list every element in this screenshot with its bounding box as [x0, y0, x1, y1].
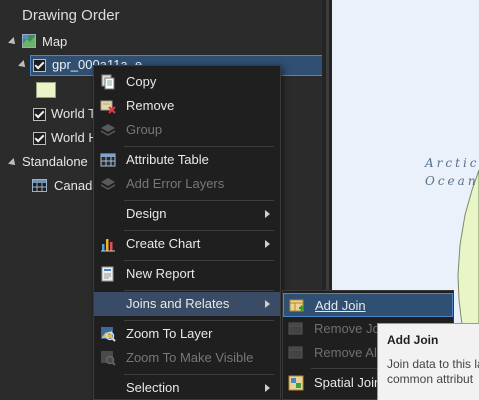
submenu-arrow-icon — [265, 240, 270, 248]
layer-visibility-checkbox[interactable] — [33, 59, 46, 72]
menu-separator — [124, 230, 274, 231]
world2-label[interactable]: World H — [51, 128, 98, 148]
map-icon — [22, 34, 36, 48]
menu-item-add-error-layers: Add Error Layers — [94, 172, 280, 196]
menu-item-remove[interactable]: Remove — [94, 94, 280, 118]
menu-item-label: Copy — [126, 74, 157, 89]
menu-item-label: Remove — [126, 98, 175, 113]
menu-item-label: Joins and Relates — [126, 296, 230, 311]
menu-item-label: Create Chart — [126, 236, 201, 251]
zoom-layer-icon — [101, 327, 116, 342]
copy-icon — [101, 74, 115, 90]
menu-item-selection[interactable]: Selection — [94, 376, 280, 400]
remove-all-icon — [288, 346, 303, 359]
menu-separator — [124, 320, 274, 321]
standalone-label[interactable]: Standalone — [22, 152, 88, 172]
pane-title: Drawing Order — [22, 7, 120, 24]
menu-item-group: Group — [94, 118, 280, 142]
report-icon — [101, 266, 114, 282]
submenu-arrow-icon — [265, 300, 270, 308]
menu-item-zoom-to-layer[interactable]: Zoom To Layer — [94, 322, 280, 346]
table-icon — [100, 153, 116, 167]
menu-item-copy[interactable]: Copy — [94, 70, 280, 94]
menu-item-design[interactable]: Design — [94, 202, 280, 226]
submenu-item-label: Add Join — [315, 298, 366, 313]
submenu-item-label: Spatial Join — [314, 375, 382, 390]
menu-item-label: Design — [126, 206, 167, 221]
menu-item-label: Group — [126, 122, 163, 137]
tooltip-text-line-2: common attribut — [387, 372, 474, 386]
ocean-label-2: Ocean — [425, 174, 479, 188]
layer-context-menu: Copy Remove Group Attribute Table Add Er… — [93, 65, 281, 400]
tooltip-text-line-1: Join data to this la — [387, 357, 479, 371]
menu-item-create-chart[interactable]: Create Chart — [94, 232, 280, 256]
menu-separator — [124, 260, 274, 261]
menu-item-new-report[interactable]: New Report — [94, 262, 280, 286]
menu-item-label: Zoom To Layer — [126, 326, 213, 341]
submenu-item-label: Remove All — [314, 345, 380, 360]
menu-separator — [124, 146, 274, 147]
remove-icon — [100, 100, 116, 114]
add-join-icon — [289, 299, 304, 312]
zoom-visible-icon — [101, 351, 116, 366]
spatial-join-icon — [288, 375, 304, 391]
table-icon — [32, 179, 47, 192]
submenu-item-add-join[interactable]: Add Join — [283, 293, 453, 317]
menu-item-zoom-to-make-visible: Zoom To Make Visible — [94, 346, 280, 370]
submenu-arrow-icon — [265, 210, 270, 218]
menu-item-joins-and-relates[interactable]: Joins and Relates — [94, 292, 280, 316]
menu-item-label: New Report — [126, 266, 195, 281]
menu-separator — [124, 374, 274, 375]
menu-item-label: Attribute Table — [126, 152, 209, 167]
error-layers-icon — [100, 178, 116, 190]
world1-checkbox[interactable] — [33, 108, 46, 121]
menu-separator — [124, 290, 274, 291]
tooltip-title: Add Join — [387, 333, 439, 347]
world2-checkbox[interactable] — [33, 132, 46, 145]
collapse-layer-icon[interactable] — [18, 60, 28, 70]
chart-icon — [101, 239, 115, 252]
menu-separator — [124, 200, 274, 201]
menu-item-label: Zoom To Make Visible — [126, 350, 254, 365]
menu-item-attribute-table[interactable]: Attribute Table — [94, 148, 280, 172]
menu-item-label: Selection — [126, 380, 180, 395]
group-icon — [100, 124, 116, 136]
ocean-label-1: Arctic — [425, 156, 479, 170]
submenu-arrow-icon — [265, 384, 270, 392]
collapse-standalone-icon[interactable] — [8, 158, 18, 168]
world1-label[interactable]: World T — [51, 104, 96, 124]
map-label[interactable]: Map — [42, 32, 67, 52]
collapse-map-icon[interactable] — [8, 37, 18, 47]
layer-symbol[interactable] — [36, 82, 56, 98]
menu-item-label: Add Error Layers — [126, 176, 225, 191]
remove-join-icon — [288, 322, 303, 335]
add-join-tooltip: Add Join Join data to this la common att… — [377, 323, 479, 400]
